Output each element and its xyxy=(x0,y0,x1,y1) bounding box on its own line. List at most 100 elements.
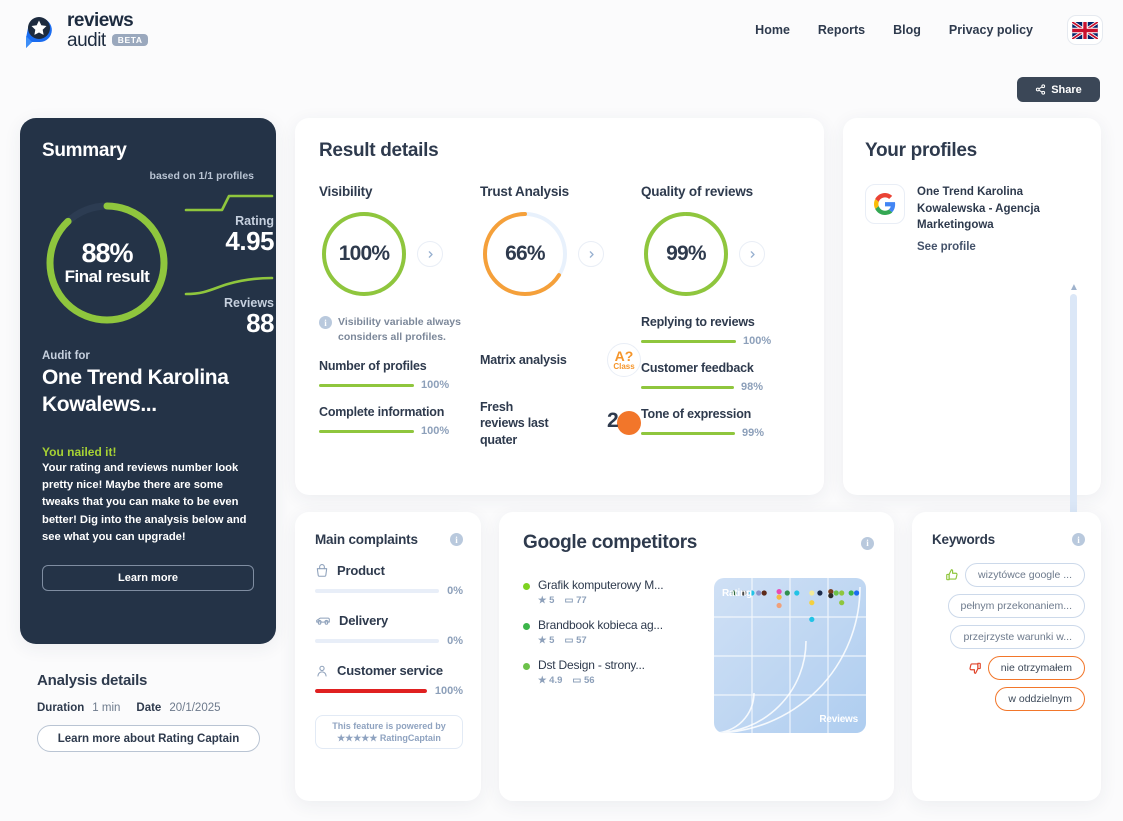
stat-matrix-analysis: Matrix analysis A? Class xyxy=(480,343,641,377)
complaint-label: Delivery xyxy=(339,613,388,628)
rating-value: 4.95 xyxy=(225,226,274,256)
complaint-product: Product 0% xyxy=(315,563,463,597)
competitors-scrollbar[interactable] xyxy=(889,512,894,801)
list-item[interactable]: Grafik komputerowy M... ★ 5 ▭ 77 xyxy=(523,578,708,606)
info-icon[interactable]: i xyxy=(450,533,463,546)
list-item[interactable]: Dst Design - strony... ★ 4.9 ▭ 56 xyxy=(523,658,708,686)
main-nav: Home Reports Blog Privacy policy xyxy=(755,15,1103,45)
stat-value: 99% xyxy=(742,427,765,439)
date-label: Date xyxy=(136,702,162,714)
beta-badge: BETA xyxy=(111,33,148,47)
competitor-rating-value: 5 xyxy=(549,595,555,606)
trust-value: 66% xyxy=(505,242,545,265)
reviews-value: 88 xyxy=(246,308,274,338)
thumbs-down-icon xyxy=(969,662,981,674)
keywords-title: Keywords xyxy=(932,532,995,547)
chart-point xyxy=(809,616,815,622)
profiles-scrollbar-thumb[interactable] xyxy=(1070,294,1077,519)
logo-text: reviews audit BETA xyxy=(67,11,148,50)
info-icon[interactable]: i xyxy=(861,536,874,550)
stat-value: 98% xyxy=(741,381,764,393)
keyword-pill[interactable]: przejrzyste warunki w... xyxy=(950,625,1085,649)
learn-more-button[interactable]: Learn more xyxy=(42,564,254,591)
rating-captain-button[interactable]: Learn more about Rating Captain xyxy=(37,725,260,752)
language-switcher[interactable] xyxy=(1067,15,1103,45)
keyword-pill[interactable]: wizytówce google ... xyxy=(965,563,1085,587)
keyword-pill[interactable]: nie otrzymałem xyxy=(987,656,1085,680)
complaint-bar-track xyxy=(315,639,440,643)
class-badge-main: A? xyxy=(614,348,634,364)
trust-expand-button[interactable] xyxy=(578,241,604,267)
chevron-up-icon: ▲ xyxy=(1069,282,1079,293)
nav-item-reports[interactable]: Reports xyxy=(818,23,865,37)
chart-point xyxy=(784,590,790,596)
profile-name: One Trend Karolina Kowalewska - Agencja … xyxy=(917,186,1040,232)
chart-point xyxy=(761,590,767,596)
competitor-name: Brandbook kobieca ag... xyxy=(538,618,663,632)
complaint-value: 0% xyxy=(447,585,463,597)
stars-icon: ★★★★★ xyxy=(337,733,378,743)
logo-icon xyxy=(22,12,58,48)
profile-list-item[interactable]: One Trend Karolina Kowalewska - Agencja … xyxy=(865,184,1081,253)
chevron-right-icon xyxy=(750,250,755,258)
google-competitors-title: Google competitors xyxy=(523,532,698,553)
stat-label: Fresh reviews last quater xyxy=(480,400,549,447)
keywords-card: Keywords i wizytówce google ... pełnym p… xyxy=(912,512,1101,801)
chart-point xyxy=(839,590,845,596)
competitor-rating: ★ 4.9 xyxy=(538,675,563,686)
logo[interactable]: reviews audit BETA xyxy=(22,11,148,50)
keyword-pill[interactable]: w oddzielnym xyxy=(995,687,1085,711)
nav-item-blog[interactable]: Blog xyxy=(893,23,921,37)
competitor-reviews: ▭ 77 xyxy=(564,595,587,606)
competitor-status-dot xyxy=(523,583,530,590)
chart-point xyxy=(794,590,800,596)
chevron-right-icon xyxy=(589,250,594,258)
complaint-label: Customer service xyxy=(337,663,443,678)
metric-quality-label: Quality of reviews xyxy=(641,184,753,199)
chart-point xyxy=(756,590,762,596)
see-profile-link[interactable]: See profile xyxy=(917,241,1081,253)
visibility-expand-button[interactable] xyxy=(417,241,443,267)
keyword-row: w oddzielnym xyxy=(995,687,1085,711)
date-value: 20/1/2025 xyxy=(169,702,221,714)
quality-expand-button[interactable] xyxy=(739,241,765,267)
metric-trust-label: Trust Analysis xyxy=(480,184,569,199)
complaint-delivery: Delivery 0% xyxy=(315,613,463,647)
class-badge-sub: Class xyxy=(613,362,635,371)
visibility-value: 100% xyxy=(338,242,390,265)
keyword-pill[interactable]: pełnym przekonaniem... xyxy=(947,594,1085,618)
trust-ring: 66% xyxy=(480,209,570,299)
complaint-customer-service: Customer service 100% xyxy=(315,663,463,697)
metric-visibility: Visibility 100% xyxy=(319,184,480,299)
result-details-title: Result details xyxy=(319,140,439,161)
powered-by-rating-captain: This feature is powered by ★★★★★ RatingC… xyxy=(315,715,463,749)
stat-bar xyxy=(641,339,736,343)
share-button[interactable]: Share xyxy=(1017,77,1100,102)
duration-value: 1 min xyxy=(92,702,121,714)
matrix-class-badge: A? Class xyxy=(607,343,641,377)
stat-label: Tone of expression xyxy=(641,407,752,421)
chart-point xyxy=(828,593,834,599)
metric-visibility-label: Visibility xyxy=(319,184,373,199)
nav-item-privacy-policy[interactable]: Privacy policy xyxy=(949,23,1033,37)
visibility-note: i Visibility variable always considers a… xyxy=(319,315,480,345)
quality-value: 99% xyxy=(666,242,706,265)
trust-stats: Matrix analysis A? Class Fresh reviews l… xyxy=(480,315,641,470)
competitor-rating-value: 5 xyxy=(549,635,555,646)
stat-value: 100% xyxy=(421,379,450,392)
profiles-scrollbar[interactable]: ▲ xyxy=(1069,282,1079,519)
stat-customer-feedback: Customer feedback 98% xyxy=(641,361,802,393)
logo-line1: reviews xyxy=(67,9,134,31)
chart-y-axis-label: Rating xyxy=(722,588,752,599)
info-icon[interactable]: i xyxy=(1072,533,1085,546)
rating-sparkline xyxy=(184,194,274,212)
list-item[interactable]: Brandbook kobieca ag... ★ 5 ▭ 57 xyxy=(523,618,708,646)
share-label: Share xyxy=(1051,83,1082,96)
metric-quality-of-reviews: Quality of reviews 99% xyxy=(641,184,802,299)
competitor-rating: ★ 5 xyxy=(538,635,555,646)
logo-line2: audit xyxy=(67,29,106,51)
nav-item-home[interactable]: Home xyxy=(755,23,790,37)
result-details-card: Result details Visibility 100% Trust Ana… xyxy=(295,118,824,495)
main-complaints-title: Main complaints xyxy=(315,532,418,547)
competitor-name: Dst Design - strony... xyxy=(538,658,645,672)
